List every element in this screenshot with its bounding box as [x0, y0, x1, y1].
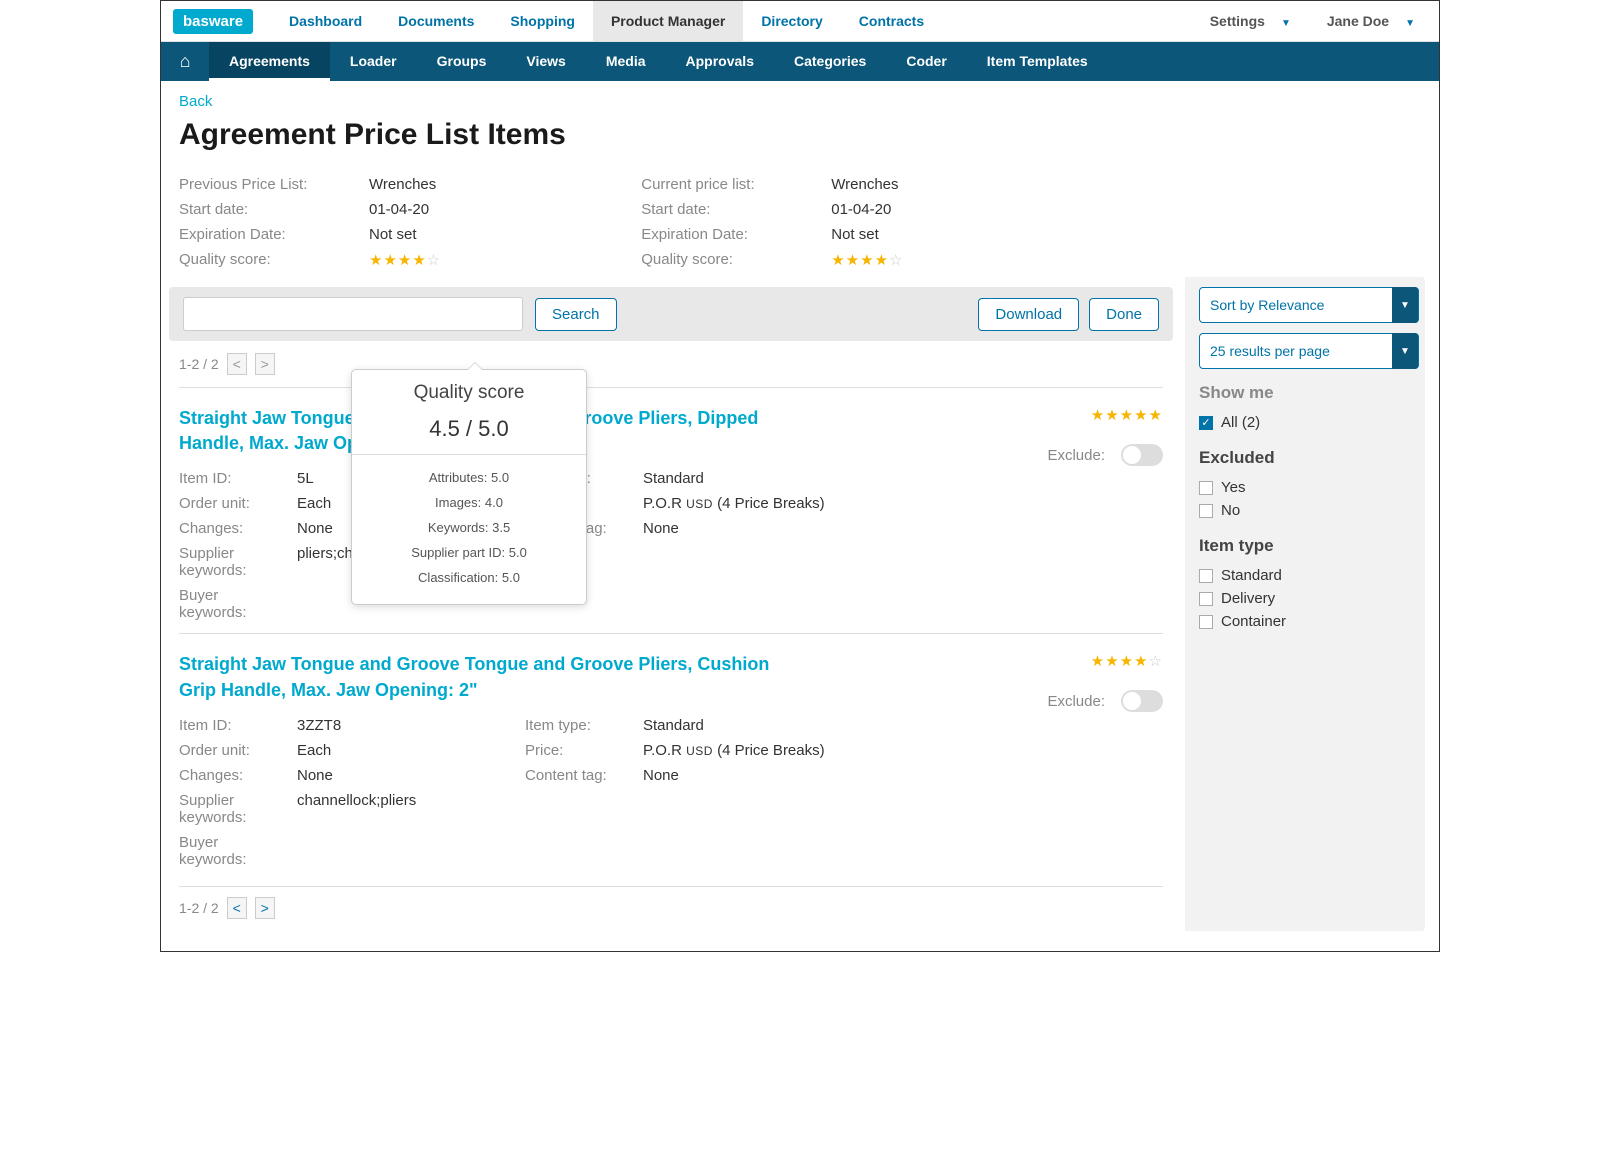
subnav-loader[interactable]: Loader	[330, 42, 417, 81]
pager-next[interactable]: >	[255, 897, 275, 919]
subnav-coder[interactable]: Coder	[886, 42, 966, 81]
popover-row: Classification: 5.0	[368, 565, 570, 590]
quality-stars[interactable]: ★★★★☆	[369, 251, 441, 269]
subnav-approvals[interactable]: Approvals	[666, 42, 774, 81]
item-quality-stars: ★★★★★	[1091, 406, 1163, 424]
topnav-directory[interactable]: Directory	[743, 1, 840, 41]
exclude-toggle[interactable]	[1121, 444, 1163, 466]
filter-type-standard[interactable]: Standard	[1199, 564, 1411, 587]
home-icon[interactable]: ⌂	[161, 42, 209, 81]
top-nav: DashboardDocumentsShoppingProduct Manage…	[271, 1, 942, 41]
popover-row: Images: 4.0	[368, 490, 570, 515]
popover-row: Attributes: 5.0	[368, 465, 570, 490]
filter-heading: Excluded	[1199, 448, 1411, 468]
list-item: Straight Jaw Tongue and Groove Tongue an…	[179, 387, 1163, 633]
sub-nav: ⌂ AgreementsLoaderGroupsViewsMediaApprov…	[161, 42, 1439, 81]
perpage-dropdown[interactable]: 25 results per page▼	[1199, 333, 1419, 369]
filter-type-container[interactable]: Container	[1199, 610, 1411, 633]
topnav-product-manager[interactable]: Product Manager	[593, 1, 743, 41]
chevron-down-icon: ▼	[1392, 333, 1418, 369]
page-title: Agreement Price List Items	[179, 118, 1407, 152]
item-quality-stars: ★★★★☆	[1091, 652, 1163, 670]
popover-title: Quality score	[352, 370, 586, 416]
brand-logo: basware	[173, 9, 253, 34]
search-bar: Search Download Done	[169, 287, 1173, 341]
top-bar: basware DashboardDocumentsShoppingProduc…	[161, 1, 1439, 42]
item-title-link[interactable]: Straight Jaw Tongue and Groove Tongue an…	[179, 652, 799, 702]
filter-all[interactable]: ✓All (2)	[1199, 411, 1411, 434]
exclude-label: Exclude:	[1047, 447, 1105, 464]
subnav-views[interactable]: Views	[506, 42, 585, 81]
pager-bottom: 1-2 / 2 <>	[179, 886, 1163, 919]
pager-prev[interactable]: <	[227, 897, 247, 919]
filter-type-delivery[interactable]: Delivery	[1199, 587, 1411, 610]
subnav-media[interactable]: Media	[586, 42, 666, 81]
download-button[interactable]: Download	[978, 298, 1079, 331]
popover-row: Supplier part ID: 5.0	[368, 540, 570, 565]
sort-dropdown[interactable]: Sort by Relevance▼	[1199, 287, 1419, 323]
quality-stars: ★★★★☆	[831, 251, 903, 269]
chevron-down-icon: ▼	[1275, 10, 1297, 37]
done-button[interactable]: Done	[1089, 298, 1159, 331]
filter-heading: Show me	[1199, 383, 1411, 403]
subnav-agreements[interactable]: Agreements	[209, 42, 330, 81]
filter-heading: Item type	[1199, 536, 1411, 556]
settings-link[interactable]: Settings▼	[1198, 5, 1303, 37]
topnav-shopping[interactable]: Shopping	[492, 1, 593, 41]
pager-next[interactable]: >	[255, 353, 275, 375]
subnav-groups[interactable]: Groups	[417, 42, 507, 81]
popover-score: 4.5 / 5.0	[352, 416, 586, 455]
pager-prev[interactable]: <	[227, 353, 247, 375]
search-input[interactable]	[183, 297, 523, 331]
exclude-toggle[interactable]	[1121, 690, 1163, 712]
exclude-label: Exclude:	[1047, 693, 1105, 710]
quality-score-popover: Quality score 4.5 / 5.0 Attributes: 5.0I…	[351, 369, 587, 605]
topnav-documents[interactable]: Documents	[380, 1, 492, 41]
list-item: Straight Jaw Tongue and Groove Tongue an…	[179, 633, 1163, 879]
pager-top: 1-2 / 2 <>	[179, 353, 1163, 375]
chevron-down-icon: ▼	[1392, 287, 1418, 323]
subnav-item-templates[interactable]: Item Templates	[967, 42, 1108, 81]
search-button[interactable]: Search	[535, 298, 617, 331]
popover-row: Keywords: 3.5	[368, 515, 570, 540]
subnav-categories[interactable]: Categories	[774, 42, 886, 81]
label: Previous Price List:	[179, 176, 369, 193]
filter-excluded-yes[interactable]: Yes	[1199, 476, 1411, 499]
topnav-dashboard[interactable]: Dashboard	[271, 1, 380, 41]
filter-sidebar: Sort by Relevance▼ 25 results per page▼ …	[1185, 277, 1425, 931]
topnav-contracts[interactable]: Contracts	[841, 1, 942, 41]
chevron-down-icon: ▼	[1399, 10, 1421, 37]
filter-excluded-no[interactable]: No	[1199, 499, 1411, 522]
user-menu[interactable]: Jane Doe▼	[1315, 5, 1427, 37]
back-link[interactable]: Back	[179, 93, 212, 110]
price-list-meta: Previous Price List:Wrenches Start date:…	[179, 176, 1407, 269]
